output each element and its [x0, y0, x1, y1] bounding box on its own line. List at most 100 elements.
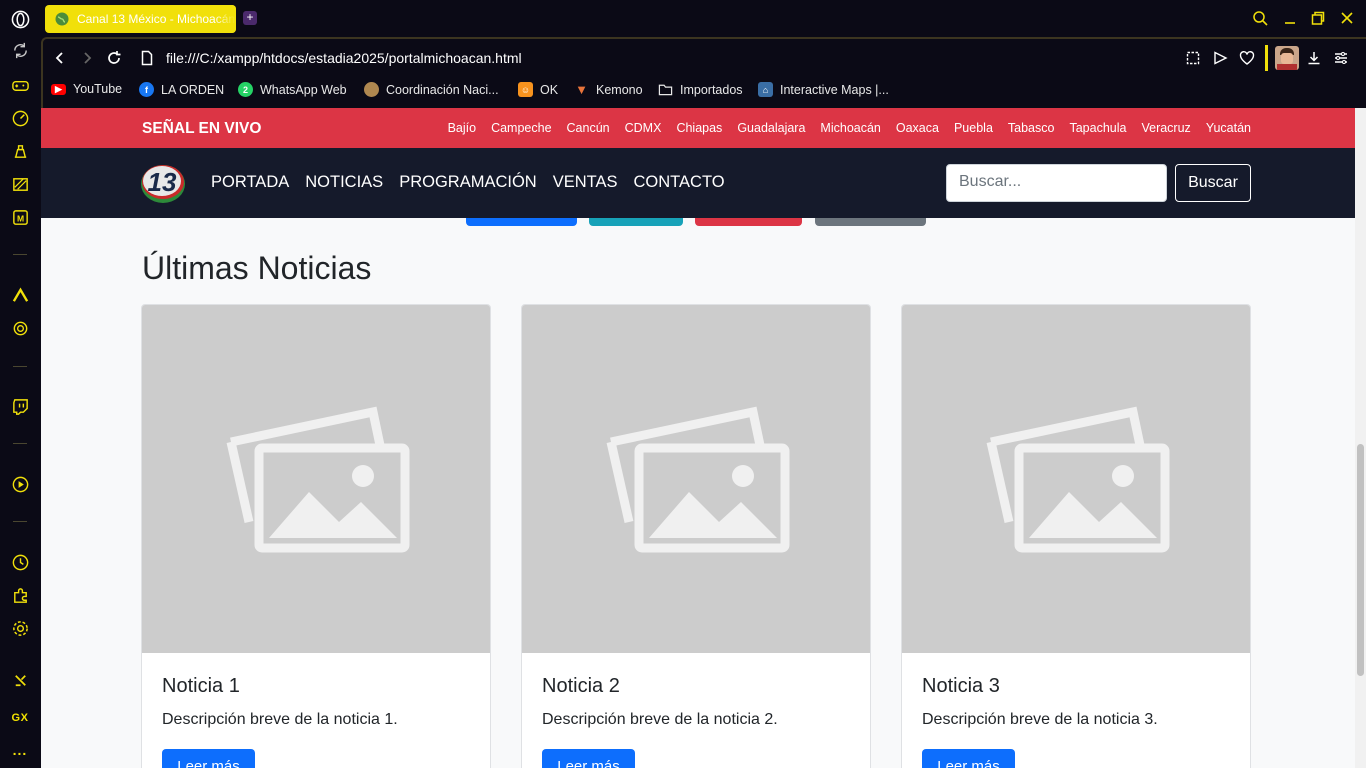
canal13-logo[interactable]: 13 [140, 161, 187, 205]
image-placeholder [522, 305, 870, 653]
bookmark-interactive-maps[interactable]: ⌂ Interactive Maps |... [758, 82, 889, 97]
read-more-button[interactable]: Leer más [162, 749, 255, 768]
profile-avatar[interactable] [1275, 46, 1299, 70]
new-tab-button[interactable]: + [243, 11, 257, 25]
news-card: Noticia 1 Descripción breve de la notici… [141, 304, 491, 768]
hot-tabs-icon[interactable] [8, 139, 32, 163]
city-link[interactable]: Campeche [491, 121, 551, 135]
city-link[interactable]: Guadalajara [737, 121, 805, 135]
bookmark-folder-importados[interactable]: Importados [658, 82, 743, 97]
scrolled-button-red[interactable] [695, 218, 802, 226]
search-button[interactable]: Buscar [1175, 164, 1251, 202]
forward-icon[interactable] [78, 49, 96, 67]
send-play-icon[interactable] [1211, 49, 1229, 67]
sidebar-divider [13, 443, 27, 444]
live-signal-bar: SEÑAL EN VIVO Bajío Campeche Cancún CDMX… [41, 108, 1355, 148]
bookmark-kemono[interactable]: ▼ Kemono [574, 82, 643, 97]
card-title: Noticia 3 [922, 675, 1000, 697]
scrolled-button-teal[interactable] [589, 218, 683, 226]
city-link[interactable]: Tapachula [1069, 121, 1126, 135]
bookmark-youtube[interactable]: ▶ YouTube [51, 82, 122, 96]
city-link[interactable]: Puebla [954, 121, 993, 135]
menu-programacion[interactable]: PROGRAMACIÓN [399, 173, 537, 192]
bookmark-ok[interactable]: ☺ OK [518, 82, 558, 97]
favorite-heart-icon[interactable] [1238, 49, 1256, 67]
city-link[interactable]: Veracruz [1141, 121, 1190, 135]
page-scrollbar[interactable] [1355, 108, 1366, 768]
url-field[interactable]: file:///C:/xampp/htdocs/estadia2025/port… [166, 50, 522, 66]
restore-icon[interactable] [1310, 10, 1326, 26]
download-icon[interactable] [1305, 49, 1323, 67]
menu-portada[interactable]: PORTADA [211, 173, 289, 192]
toolbar-separator [1265, 45, 1268, 71]
browser-sidebar: M GX ... [0, 0, 41, 768]
news-stripes-icon[interactable] [8, 172, 32, 196]
history-clock-icon[interactable] [8, 550, 32, 574]
sync-icon[interactable] [8, 38, 32, 62]
card-title: Noticia 1 [162, 675, 240, 697]
read-more-button[interactable]: Leer más [922, 749, 1015, 768]
sidebar-more-icon[interactable]: ... [8, 738, 32, 762]
read-more-button[interactable]: Leer más [542, 749, 635, 768]
player-icon[interactable] [8, 472, 32, 496]
city-link[interactable]: Oaxaca [896, 121, 939, 135]
active-tab[interactable]: Canal 13 México - Michoacán [45, 5, 236, 33]
globe-favicon-icon [55, 12, 69, 26]
easy-setup-menu-icon[interactable] [1332, 49, 1350, 67]
extensions-puzzle-icon[interactable] [8, 583, 32, 607]
opera-logo-icon[interactable] [8, 7, 32, 31]
twitch-icon[interactable] [8, 394, 32, 418]
search-tabs-icon[interactable] [1252, 10, 1268, 26]
live-signal-title[interactable]: SEÑAL EN VIVO [142, 120, 261, 138]
chatgpt-icon[interactable] [8, 316, 32, 340]
youtube-icon: ▶ [51, 83, 66, 95]
image-icon [226, 406, 410, 553]
main-menu: PORTADA NOTICIAS PROGRAMACIÓN VENTAS CON… [211, 173, 741, 192]
file-page-icon[interactable] [138, 49, 156, 67]
gx-control-icon[interactable] [8, 668, 32, 692]
city-link[interactable]: CDMX [625, 121, 662, 135]
aria-ai-icon[interactable] [8, 283, 32, 307]
back-icon[interactable] [51, 49, 69, 67]
reload-icon[interactable] [105, 49, 123, 67]
city-link[interactable]: Michoacán [820, 121, 880, 135]
scrolled-button-gray[interactable] [815, 218, 926, 226]
card-title: Noticia 2 [542, 675, 620, 697]
menu-contacto[interactable]: CONTACTO [634, 173, 725, 192]
settings-gear-icon[interactable] [8, 616, 32, 640]
city-link[interactable]: Cancún [567, 121, 610, 135]
gx-label[interactable]: GX [8, 706, 32, 730]
snapshot-icon[interactable] [1184, 49, 1202, 67]
scrolled-button-blue[interactable] [466, 218, 577, 226]
site-navbar: 13 PORTADA NOTICIAS PROGRAMACIÓN VENTAS … [41, 148, 1355, 218]
city-link[interactable]: Yucatán [1206, 121, 1251, 135]
city-link[interactable]: Tabasco [1008, 121, 1055, 135]
image-placeholder [902, 305, 1250, 653]
bookmark-coordinacion[interactable]: Coordinación Naci... [364, 82, 499, 97]
messenger-m-icon[interactable]: M [8, 205, 32, 229]
tab-title: Canal 13 México - Michoacán [77, 12, 236, 26]
image-icon [986, 406, 1170, 553]
city-link[interactable]: Bajío [448, 121, 477, 135]
gamepad-icon[interactable] [8, 73, 32, 97]
facebook-icon: f [139, 82, 154, 97]
bookmark-la-orden[interactable]: f LA ORDEN [139, 82, 224, 97]
scrollbar-thumb[interactable] [1357, 444, 1364, 676]
tab-strip: Canal 13 México - Michoacán + [41, 0, 1366, 37]
fox-icon: ▼ [575, 82, 588, 97]
speedometer-icon[interactable] [8, 106, 32, 130]
bookmark-whatsapp[interactable]: 2 WhatsApp Web [238, 82, 347, 97]
folder-icon [658, 82, 673, 97]
menu-noticias[interactable]: NOTICIAS [305, 173, 383, 192]
section-title: Últimas Noticias [142, 250, 372, 286]
city-link[interactable]: Chiapas [676, 121, 722, 135]
close-window-icon[interactable] [1339, 10, 1355, 26]
news-card: Noticia 3 Descripción breve de la notici… [901, 304, 1251, 768]
minimize-icon[interactable] [1282, 10, 1298, 26]
card-description: Descripción breve de la noticia 3. [922, 711, 1158, 728]
sidebar-divider [13, 521, 27, 522]
ok-icon: ☺ [518, 82, 533, 97]
card-description: Descripción breve de la noticia 2. [542, 711, 778, 728]
menu-ventas[interactable]: VENTAS [553, 173, 618, 192]
search-input[interactable]: Buscar... [946, 164, 1167, 202]
